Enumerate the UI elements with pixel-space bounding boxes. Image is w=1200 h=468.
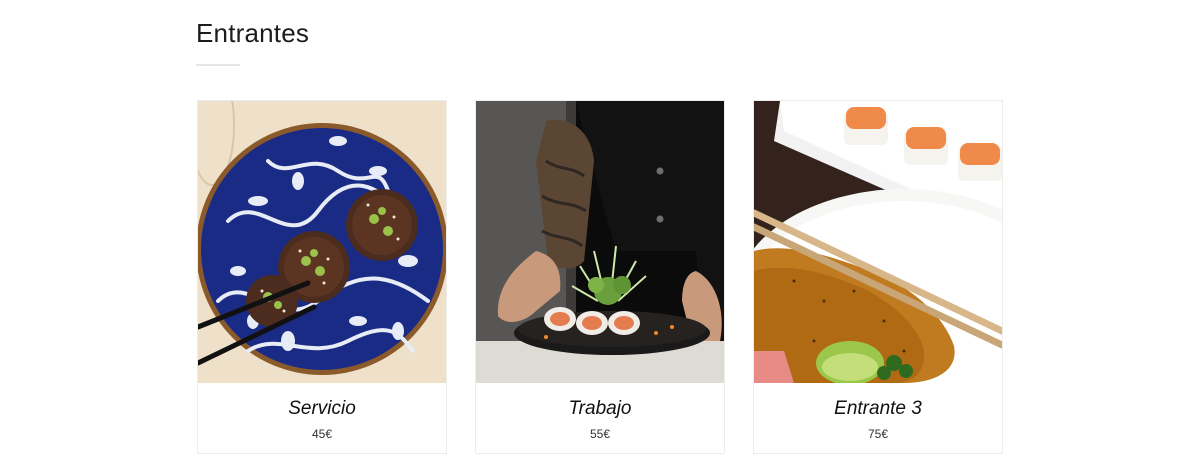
section-title: Entrantes bbox=[196, 18, 310, 48]
item-price: 75€ bbox=[867, 427, 889, 441]
menu-card[interactable]: Entrante 3 75€ bbox=[753, 100, 1003, 454]
chef-serving-sushi-roll-photo[interactable] bbox=[476, 101, 724, 383]
item-name[interactable]: Entrante 3 bbox=[754, 398, 1002, 420]
item-price: 45€ bbox=[311, 427, 333, 441]
item-name[interactable]: Servicio bbox=[198, 398, 446, 420]
menu-card[interactable]: Servicio 45€ bbox=[197, 100, 447, 454]
menu-grid: Servicio 45€ Trabajo 55€ Entrante 3 75€ bbox=[196, 100, 1006, 454]
item-name[interactable]: Trabajo bbox=[476, 398, 724, 420]
title-divider bbox=[196, 64, 240, 66]
sushi-with-chopsticks-and-sauce-photo[interactable] bbox=[754, 101, 1002, 383]
item-price: 55€ bbox=[589, 427, 611, 441]
entrantes-section: Entrantes Servicio 45€ Trabajo 55€ Entra… bbox=[196, 0, 1006, 468]
sushi-on-blue-plate-photo[interactable] bbox=[198, 101, 446, 383]
menu-card[interactable]: Trabajo 55€ bbox=[475, 100, 725, 454]
